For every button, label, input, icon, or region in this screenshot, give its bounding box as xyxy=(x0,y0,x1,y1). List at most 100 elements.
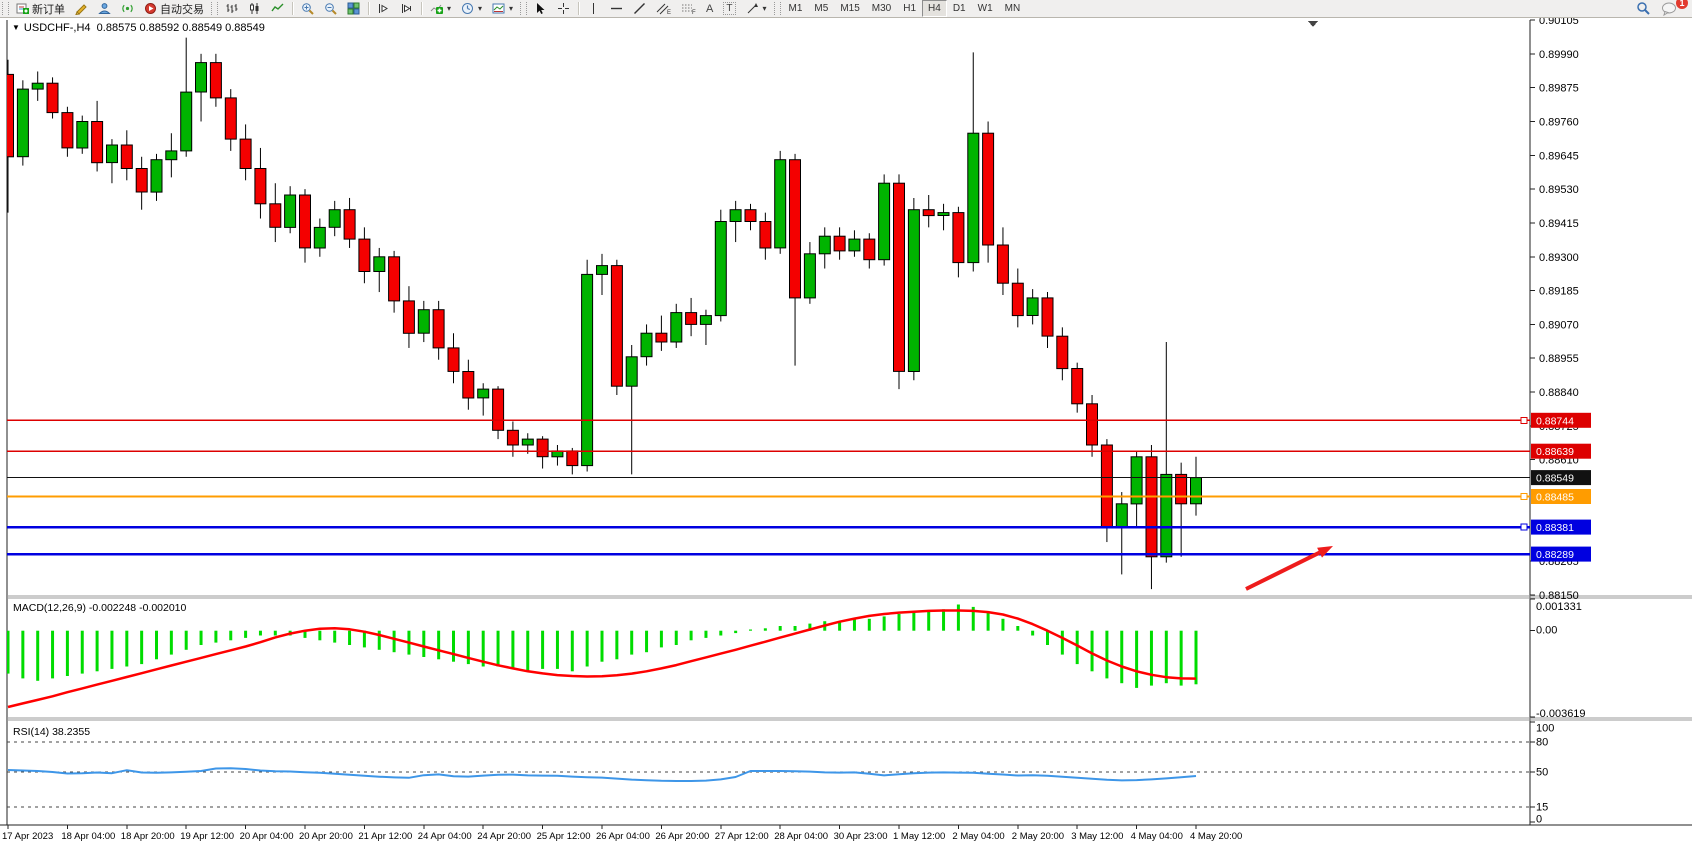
svg-text:21 Apr 12:00: 21 Apr 12:00 xyxy=(358,831,412,842)
dropdown-caret-icon: ▾ xyxy=(447,4,451,13)
svg-text:26 Apr 20:00: 26 Apr 20:00 xyxy=(655,831,709,842)
svg-text:80: 80 xyxy=(1536,737,1548,749)
timeframe-button-d1[interactable]: D1 xyxy=(947,0,972,17)
price-badges: 0.887440.886390.885490.884850.883810.882… xyxy=(1531,413,1591,562)
candles-layer xyxy=(3,38,1202,589)
chart-canvas[interactable]: 0.901050.899900.898750.897600.896450.895… xyxy=(0,0,1692,849)
svg-text:19 Apr 12:00: 19 Apr 12:00 xyxy=(180,831,234,842)
collapse-triangle-icon[interactable]: ▼ xyxy=(12,23,20,32)
svg-text:0.89645: 0.89645 xyxy=(1539,150,1579,162)
cursor-icon xyxy=(534,2,547,15)
cursor-tool-button[interactable] xyxy=(529,0,552,17)
text-label-icon: T xyxy=(723,2,735,15)
new-order-button[interactable]: 新订单 xyxy=(11,0,70,17)
svg-text:0.00: 0.00 xyxy=(1536,625,1557,637)
arrow-annotation[interactable] xyxy=(1246,546,1333,589)
toolbar-grip[interactable] xyxy=(2,2,9,15)
auto-scroll-button[interactable] xyxy=(372,0,395,17)
styler-button[interactable] xyxy=(70,0,93,17)
svg-text:24 Apr 20:00: 24 Apr 20:00 xyxy=(477,831,531,842)
svg-text:4 May 20:00: 4 May 20:00 xyxy=(1190,831,1242,842)
trendline-tool-button[interactable] xyxy=(628,0,651,17)
svg-text:1 May 12:00: 1 May 12:00 xyxy=(893,831,945,842)
candlestick-icon xyxy=(248,2,261,15)
vertical-line-tool-button[interactable] xyxy=(582,0,605,17)
templates-button[interactable]: ▾ xyxy=(487,0,518,17)
svg-text:0.89415: 0.89415 xyxy=(1539,218,1579,230)
timeframe-button-mn[interactable]: MN xyxy=(999,0,1027,17)
horizontal-line-icon xyxy=(610,2,623,15)
chart-title: ▼USDCHF-,H4 0.88575 0.88592 0.88549 0.88… xyxy=(12,22,265,34)
macd-axis: 0.0013310.00-0.003619 xyxy=(1530,599,1586,720)
line-chart-button[interactable] xyxy=(266,0,289,17)
svg-text:0.88549: 0.88549 xyxy=(1536,473,1574,485)
timeframe-button-m1[interactable]: M1 xyxy=(783,0,809,17)
timeframe-button-h4[interactable]: H4 xyxy=(922,0,947,17)
svg-text:0.89990: 0.89990 xyxy=(1539,49,1579,61)
hline-handle xyxy=(1521,494,1527,500)
timeframe-button-w1[interactable]: W1 xyxy=(972,0,999,17)
svg-text:0: 0 xyxy=(1536,814,1542,826)
shapes-icon xyxy=(746,2,759,15)
zoom-in-button[interactable] xyxy=(296,0,319,17)
fibonacci-icon: F xyxy=(681,2,696,15)
new-order-label: 新订单 xyxy=(32,1,65,17)
svg-text:20 Apr 20:00: 20 Apr 20:00 xyxy=(299,831,353,842)
hline-handle xyxy=(1521,417,1527,423)
svg-text:0.88381: 0.88381 xyxy=(1536,522,1574,534)
timeframe-button-m15[interactable]: M15 xyxy=(834,0,865,17)
candlestick-chart-button[interactable] xyxy=(243,0,266,17)
fibonacci-tool-button[interactable]: F xyxy=(676,0,701,17)
svg-text:26 Apr 04:00: 26 Apr 04:00 xyxy=(596,831,650,842)
hline-handle xyxy=(1521,524,1527,530)
timeframe-button-h1[interactable]: H1 xyxy=(897,0,922,17)
bar-chart-button[interactable] xyxy=(220,0,243,17)
crosshair-icon xyxy=(557,2,570,15)
svg-text:50: 50 xyxy=(1536,767,1548,779)
chart-shift-button[interactable] xyxy=(395,0,418,17)
chart-shift-marker xyxy=(1308,21,1318,27)
mt4-window: { "toolbar": { "new_order_label": "新订单",… xyxy=(0,0,1692,849)
text-tool-button[interactable]: A xyxy=(701,0,718,17)
timeframe-group: M1M5M15M30H1H4D1W1MN xyxy=(783,0,1027,17)
auto-trading-button[interactable]: 自动交易 xyxy=(139,0,209,17)
toolbar-grip[interactable] xyxy=(211,2,218,15)
chat-button[interactable]: 1 xyxy=(1656,0,1682,17)
svg-text:4 May 04:00: 4 May 04:00 xyxy=(1131,831,1183,842)
zoom-out-button[interactable] xyxy=(319,0,342,17)
notification-badge: 1 xyxy=(1676,0,1688,9)
indicators-button[interactable]: ▾ xyxy=(425,0,456,17)
svg-text:0.88639: 0.88639 xyxy=(1536,446,1574,458)
text-tool-icon: A xyxy=(706,3,713,15)
crosshair-tool-button[interactable] xyxy=(552,0,575,17)
toolbar-grip[interactable] xyxy=(774,2,781,15)
timeframe-button-m30[interactable]: M30 xyxy=(866,0,897,17)
toolbar-grip[interactable] xyxy=(520,2,527,15)
dropdown-caret-icon: ▾ xyxy=(763,4,767,13)
svg-text:-0.003619: -0.003619 xyxy=(1536,708,1586,720)
chart-ohlc-readout: 0.88575 0.88592 0.88549 0.88549 xyxy=(97,22,265,34)
shapes-tool-button[interactable]: ▾ xyxy=(741,0,772,17)
svg-text:2 May 04:00: 2 May 04:00 xyxy=(952,831,1004,842)
fibo-tag: F xyxy=(692,10,696,15)
search-button[interactable] xyxy=(1631,0,1656,17)
line-chart-icon xyxy=(271,2,284,15)
channel-icon: E xyxy=(656,2,671,15)
rsi-axis: 1008050150 xyxy=(1530,722,1554,826)
channel-tag: E xyxy=(667,10,671,15)
pane-frame xyxy=(0,20,1692,825)
svg-text:18 Apr 04:00: 18 Apr 04:00 xyxy=(61,831,115,842)
macd-layer xyxy=(8,605,1196,708)
signal-button[interactable] xyxy=(116,0,139,17)
periods-button[interactable]: ▾ xyxy=(456,0,487,17)
horizontal-lines-layer[interactable] xyxy=(7,417,1530,554)
macd-indicator-label: MACD(12,26,9) -0.002248 -0.002010 xyxy=(13,602,186,614)
horizontal-line-tool-button[interactable] xyxy=(605,0,628,17)
svg-text:17 Apr 2023: 17 Apr 2023 xyxy=(2,831,53,842)
tile-windows-button[interactable] xyxy=(342,0,365,17)
publish-button[interactable] xyxy=(93,0,116,17)
svg-text:18 Apr 20:00: 18 Apr 20:00 xyxy=(121,831,175,842)
equidistant-channel-tool-button[interactable]: E xyxy=(651,0,676,17)
text-label-tool-button[interactable]: T xyxy=(718,0,740,17)
timeframe-button-m5[interactable]: M5 xyxy=(808,0,834,17)
